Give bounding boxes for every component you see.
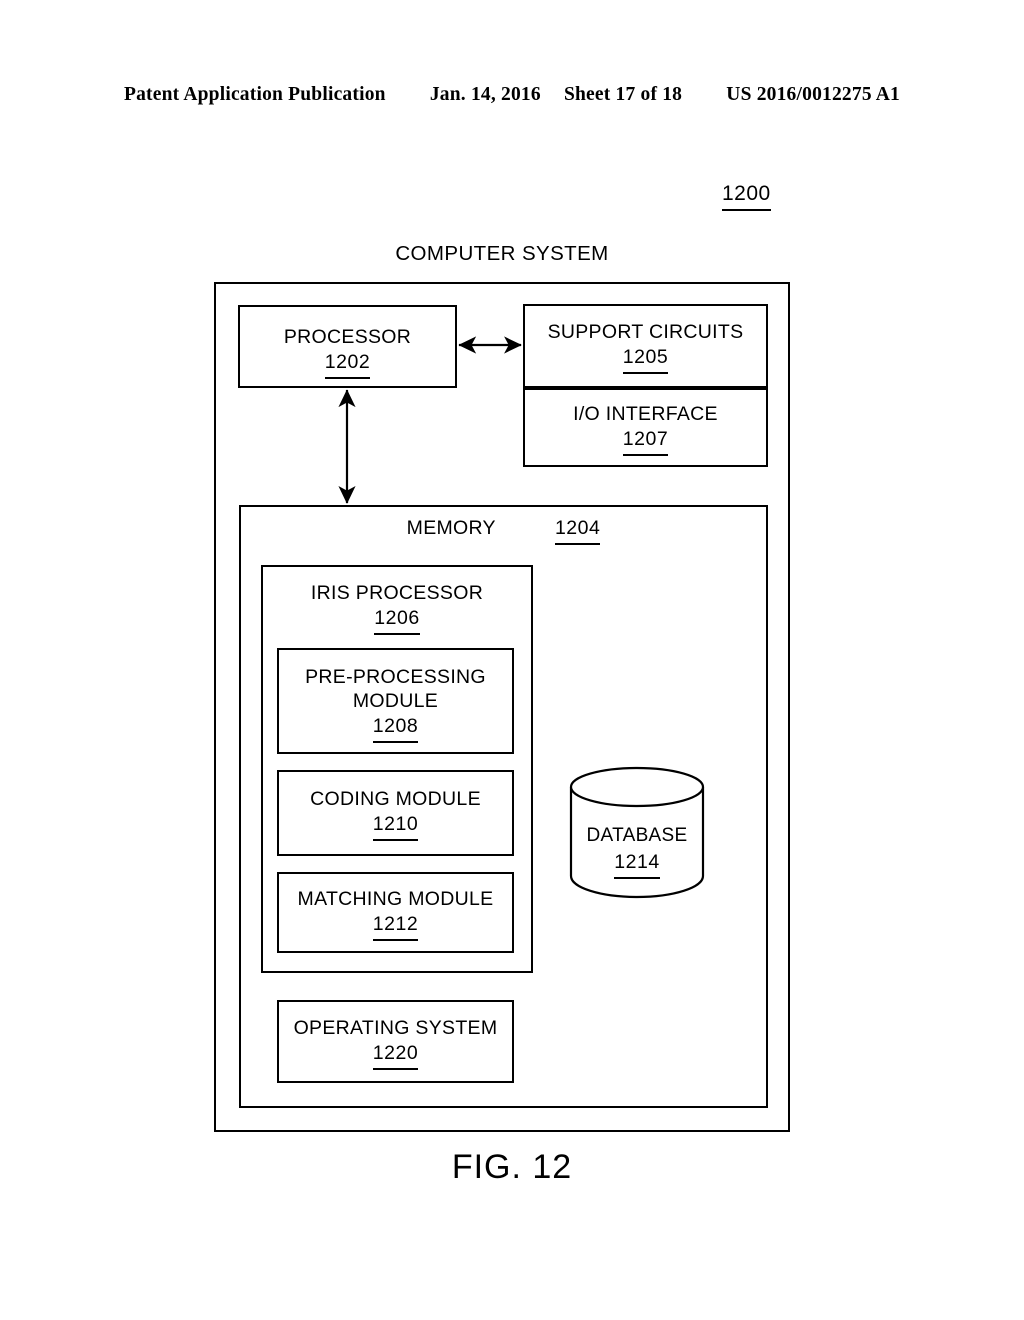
iris-processor-label: IRIS PROCESSOR	[310, 582, 484, 604]
figure-caption: FIG. 12	[451, 1148, 573, 1186]
database-label: DATABASE	[586, 825, 688, 846]
support-circuits-ref: 1205	[622, 346, 669, 374]
database-ref: 1214	[614, 850, 660, 879]
operating-system-label: OPERATING SYSTEM	[293, 1017, 498, 1039]
memory-title-row: MEMORY 1204	[239, 517, 768, 545]
io-interface-label: I/O INTERFACE	[573, 403, 718, 425]
matching-module-block: MATCHING MODULE 1212	[277, 872, 514, 953]
iris-processor-ref: 1206	[374, 607, 420, 635]
database-cylinder: DATABASE 1214	[568, 766, 706, 900]
operating-system-block: OPERATING SYSTEM 1220	[277, 1000, 514, 1083]
system-reference-numeral: 1200	[722, 182, 771, 211]
operating-system-ref: 1220	[372, 1042, 419, 1070]
io-interface-ref: 1207	[622, 428, 669, 456]
coding-module-block: CODING MODULE 1210	[277, 770, 514, 856]
publication-label: Patent Application Publication	[124, 84, 386, 105]
preprocessing-module-label-line2: MODULE	[352, 690, 439, 712]
memory-ref: 1204	[554, 517, 601, 545]
preprocessing-module-label-line1: PRE-PROCESSING	[305, 666, 486, 688]
publication-date: Jan. 14, 2016	[429, 84, 541, 105]
system-ref-value: 1200	[722, 182, 771, 211]
processor-block: PROCESSOR 1202	[238, 305, 457, 388]
support-circuits-label: SUPPORT CIRCUITS	[547, 321, 744, 343]
coding-module-label: CODING MODULE	[310, 788, 481, 810]
memory-label: MEMORY	[406, 517, 496, 539]
preprocessing-module-block: PRE-PROCESSING MODULE 1208	[277, 648, 514, 754]
processor-label: PROCESSOR	[283, 326, 412, 348]
matching-module-label: MATCHING MODULE	[297, 888, 494, 910]
io-interface-block: I/O INTERFACE 1207	[523, 388, 768, 467]
diagram-title: COMPUTER SYSTEM	[395, 242, 609, 265]
preprocessing-module-ref: 1208	[372, 715, 419, 743]
database-text: DATABASE 1214	[568, 824, 706, 879]
page-header: Patent Application Publication Jan. 14, …	[0, 84, 1024, 106]
coding-module-ref: 1210	[372, 813, 419, 841]
patent-number: US 2016/0012275 A1	[726, 84, 900, 105]
matching-module-ref: 1212	[372, 913, 419, 941]
support-circuits-block: SUPPORT CIRCUITS 1205	[523, 304, 768, 388]
sheet-number: Sheet 17 of 18	[563, 84, 683, 105]
processor-ref: 1202	[324, 351, 371, 379]
